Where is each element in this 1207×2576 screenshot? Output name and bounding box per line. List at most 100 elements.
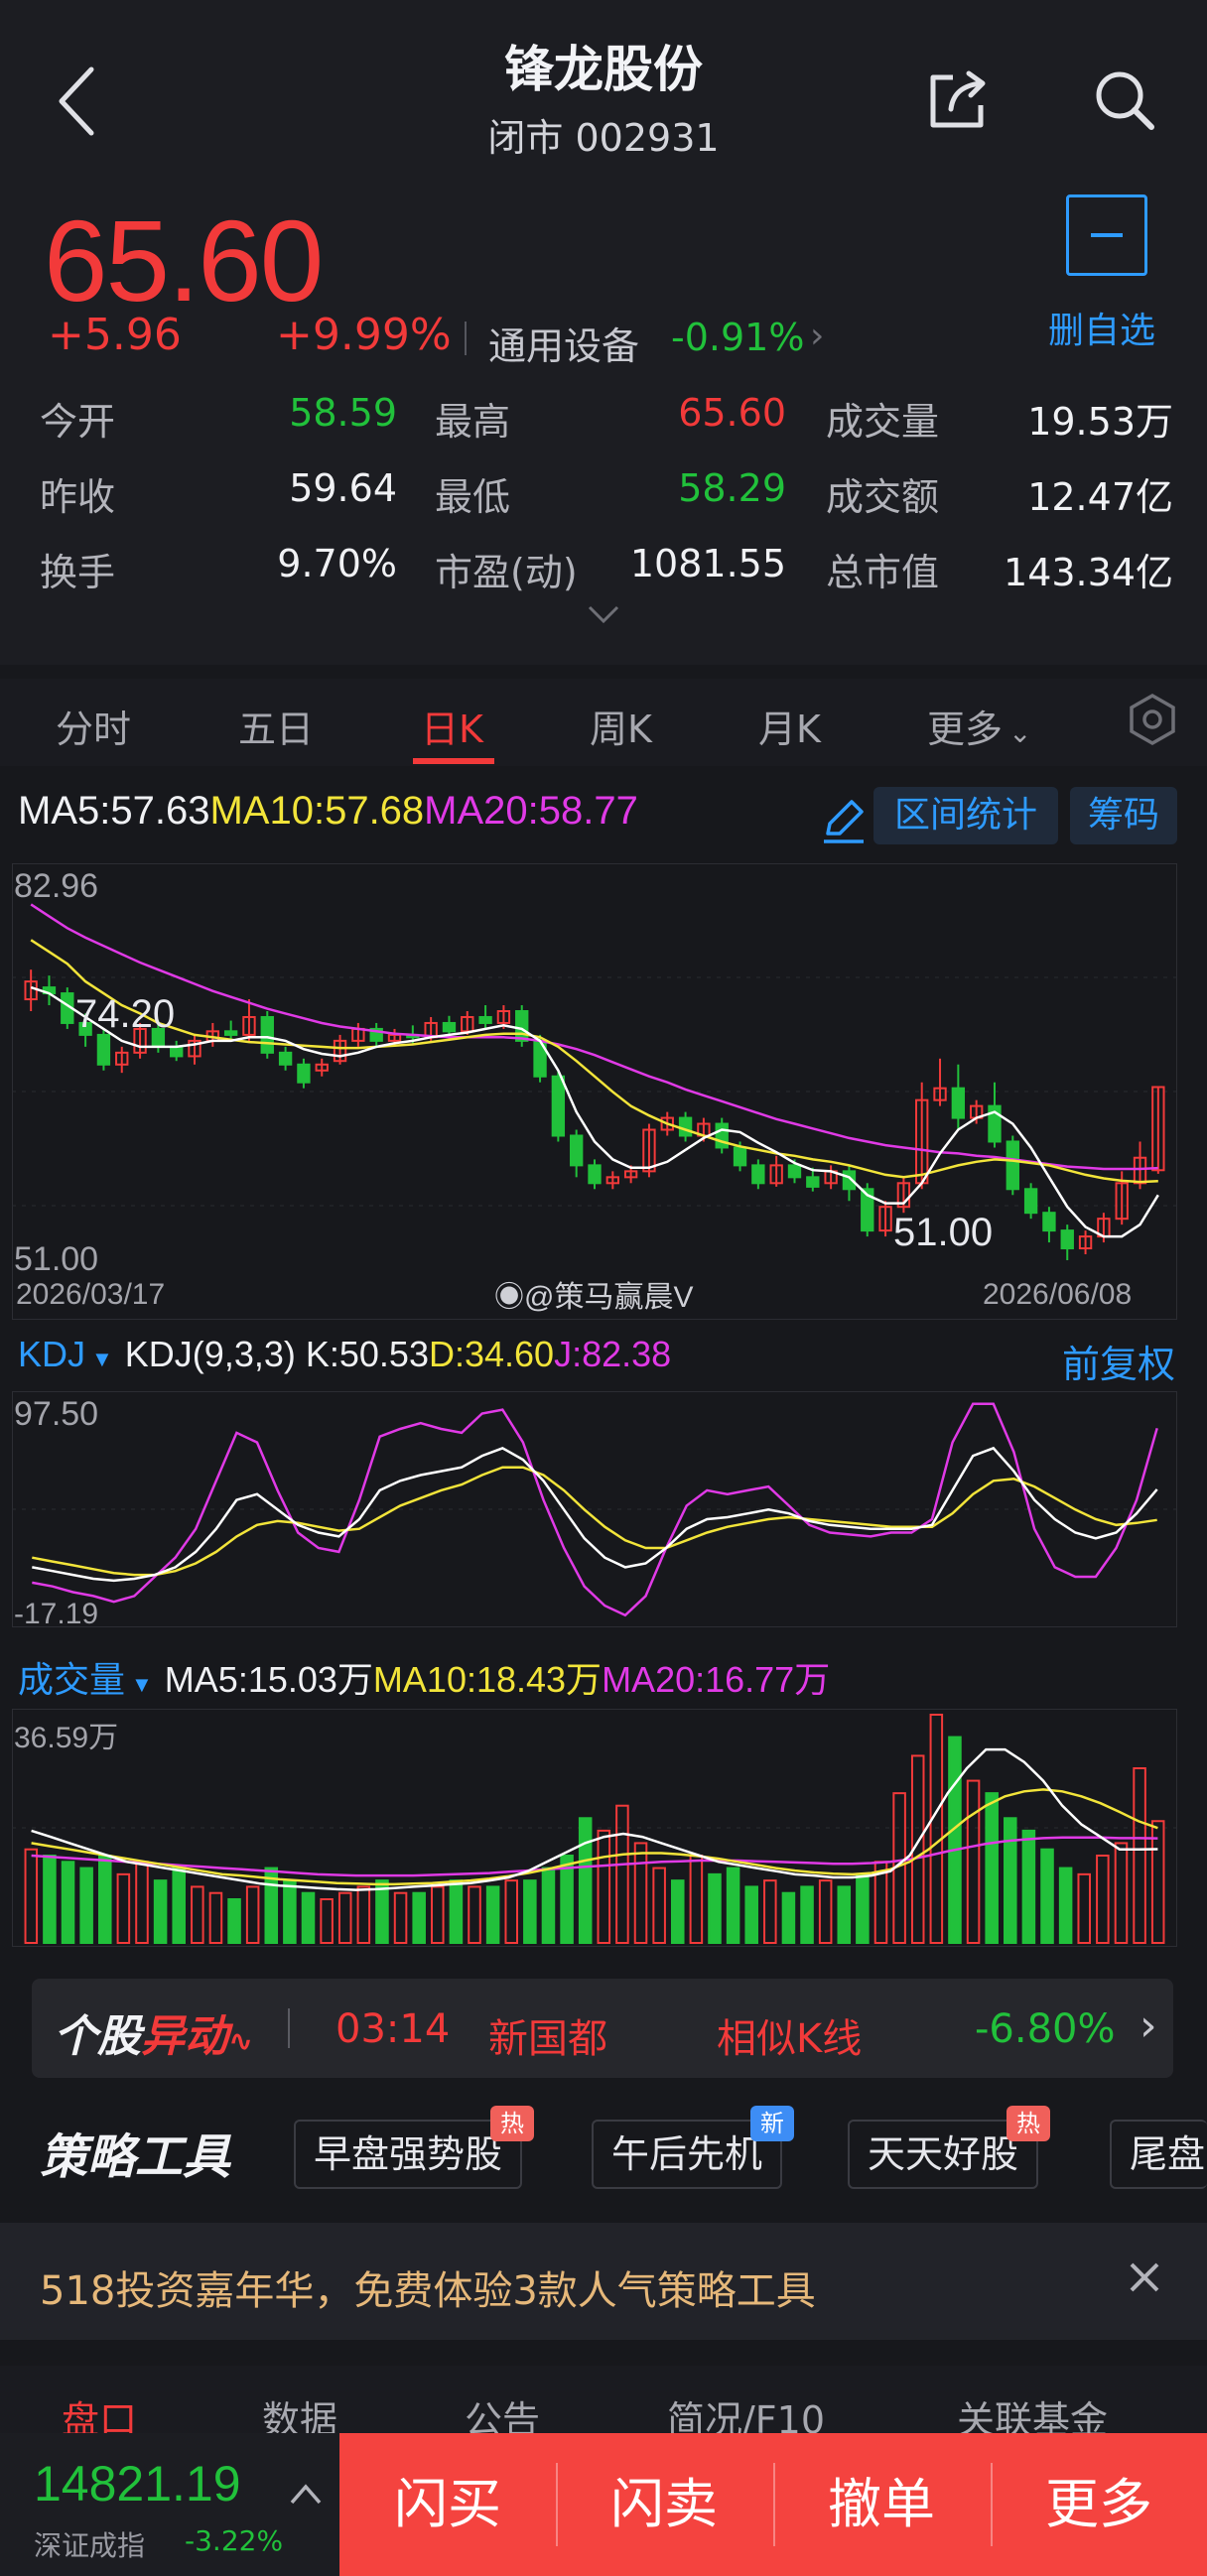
kdj-indicator-selector[interactable]: KDJ <box>18 1334 85 1374</box>
sector-link[interactable]: 通用设备 <box>488 316 639 370</box>
hot-badge: 热 <box>1006 2106 1051 2141</box>
kline-high-marker: 74.20 <box>75 992 176 1036</box>
tab-weekly-k[interactable]: 周K <box>590 699 652 753</box>
price-change: +5.96 <box>48 310 182 360</box>
candle-body <box>1060 1229 1074 1250</box>
chevron-right-icon[interactable]: › <box>810 316 824 356</box>
candle-body <box>806 1176 820 1188</box>
volume-bar <box>468 1885 481 1945</box>
candlestick-chart[interactable] <box>12 863 1177 1320</box>
volume-bar <box>227 1897 241 1944</box>
volume-ma20: MA20:16.77万 <box>602 1659 831 1700</box>
tab-daily-k[interactable]: 日K <box>421 699 483 753</box>
adjust-mode-button[interactable]: 前复权 <box>1062 1334 1175 1388</box>
volume-legend: 成交量 ▼ MA5:15.03万MA10:18.43万MA20:16.77万 <box>18 1651 830 1703</box>
stat-value-low: 58.29 <box>678 466 786 510</box>
stock-alert-banner[interactable]: 个股异动∿ 03:14 新国都 相似K线 -6.80% › <box>32 1979 1173 2078</box>
candle-body <box>1023 1188 1038 1215</box>
tab-monthly-k[interactable]: 月K <box>758 699 821 753</box>
ma-legend: MA5:57.63MA10:57.68MA20:58.77 <box>18 789 638 834</box>
alert-logo: 个股异动∿ <box>54 2000 253 2064</box>
pulse-icon: ∿ <box>228 2024 254 2059</box>
active-tab-indicator <box>413 758 494 764</box>
candle-body <box>588 1164 602 1185</box>
range-stats-button[interactable]: 区间统计 <box>873 787 1058 844</box>
quick-sell-button[interactable]: 闪卖 <box>556 2433 772 2576</box>
tab-intraday[interactable]: 分时 <box>56 699 131 753</box>
settings-hexagon-icon[interactable] <box>1126 693 1179 746</box>
candle-body <box>733 1146 747 1167</box>
more-actions-button[interactable]: 更多 <box>991 2433 1207 2576</box>
volume-ma10: MA10:18.43万 <box>372 1659 603 1700</box>
volume-bar <box>708 1872 722 1944</box>
volume-bar <box>523 1879 537 1944</box>
volume-bar <box>726 1867 740 1944</box>
volume-bar <box>153 1879 168 1944</box>
search-icon[interactable] <box>1090 65 1159 135</box>
tab-five-day[interactable]: 五日 <box>238 699 314 753</box>
last-price: 65.60 <box>44 196 324 325</box>
chevron-up-icon[interactable] <box>288 2479 324 2509</box>
volume-bar <box>633 1842 648 1944</box>
caret-down-icon[interactable]: ▼ <box>131 1672 153 1697</box>
volume-bar <box>744 1885 758 1945</box>
kline-y-max: 82.96 <box>14 867 99 905</box>
volume-bar <box>504 1879 519 1944</box>
strategy-chip-morning[interactable]: 早盘强势股热 <box>294 2106 535 2189</box>
volume-bar <box>283 1879 297 1944</box>
promo-bar[interactable]: 518投资嘉年华，免费体验3款人气策略工具 <box>0 2223 1207 2340</box>
candle-body <box>715 1122 729 1149</box>
strategy-chip-daily[interactable]: 天天好股热 <box>848 2106 1051 2189</box>
volume-bar <box>208 1891 223 1945</box>
volume-bar <box>79 1867 93 1944</box>
volume-bar <box>837 1885 852 1945</box>
volume-bar <box>320 1897 334 1944</box>
kdj-j: J:82.38 <box>554 1334 672 1374</box>
quote-panel: 65.60 +5.96 +9.99% 通用设备 -0.91% › 删自选 今开 … <box>0 169 1207 665</box>
index-percent: -3.22% <box>185 2524 284 2557</box>
volume-bar <box>431 1885 445 1945</box>
candle-body <box>678 1116 693 1137</box>
stat-value-volume: 19.53万 <box>1027 400 1173 444</box>
remove-favorite-button[interactable] <box>1066 194 1147 276</box>
volume-bar <box>337 1891 352 1945</box>
strategy-chip-closing[interactable]: 尾盘 <box>1110 2120 1207 2189</box>
pencil-icon[interactable] <box>818 794 870 845</box>
caret-down-icon[interactable]: ▼ <box>91 1347 113 1371</box>
kdj-y-max: 97.50 <box>14 1395 99 1433</box>
volume-bar <box>449 1879 464 1944</box>
volume-bar <box>615 1804 629 1945</box>
stat-value-market-cap: 143.34亿 <box>1004 551 1173 594</box>
kdj-chart[interactable] <box>12 1391 1177 1627</box>
candle-body <box>751 1164 765 1185</box>
stat-label-turnover-value: 成交额 <box>826 475 940 519</box>
stat-value-pe: 1081.55 <box>629 542 786 585</box>
chevron-right-icon[interactable]: › <box>1140 2000 1157 2051</box>
candle-body <box>278 1051 293 1066</box>
index-name: 深证成指 <box>34 2529 146 2562</box>
chevron-down-icon[interactable] <box>586 603 621 627</box>
tab-more[interactable]: 更多 ⌄ <box>927 699 1031 753</box>
strategy-chip-afternoon[interactable]: 午后先机新 <box>592 2106 795 2189</box>
volume-chart[interactable] <box>12 1709 1177 1947</box>
stat-label-open: 今开 <box>40 400 116 444</box>
chip-distribution-button[interactable]: 筹码 <box>1070 787 1177 844</box>
volume-bar <box>1058 1867 1073 1944</box>
kline-y-min: 51.00 <box>14 1240 99 1278</box>
index-value[interactable]: 14821.19 <box>34 2455 241 2512</box>
chart-frame <box>12 1709 1177 1947</box>
stat-value-turnover-rate: 9.70% <box>277 542 397 585</box>
ma5-value: MA5:57.63 <box>18 789 210 833</box>
stat-value-high: 65.60 <box>678 391 786 435</box>
stat-value-turnover-value: 12.47亿 <box>1027 475 1173 519</box>
volume-indicator-selector[interactable]: 成交量 <box>18 1659 125 1700</box>
remove-favorite-label[interactable]: 删自选 <box>1048 302 1155 353</box>
share-icon[interactable] <box>923 65 993 135</box>
close-icon[interactable] <box>1120 2253 1169 2302</box>
cancel-order-button[interactable]: 撤单 <box>773 2433 990 2576</box>
alert-logo-part-a: 个股 <box>54 2011 141 2062</box>
volume-bar <box>929 1714 944 1944</box>
quick-buy-button[interactable]: 闪买 <box>339 2433 556 2576</box>
volume-bar <box>135 1861 149 1945</box>
volume-bar <box>966 1779 981 1944</box>
